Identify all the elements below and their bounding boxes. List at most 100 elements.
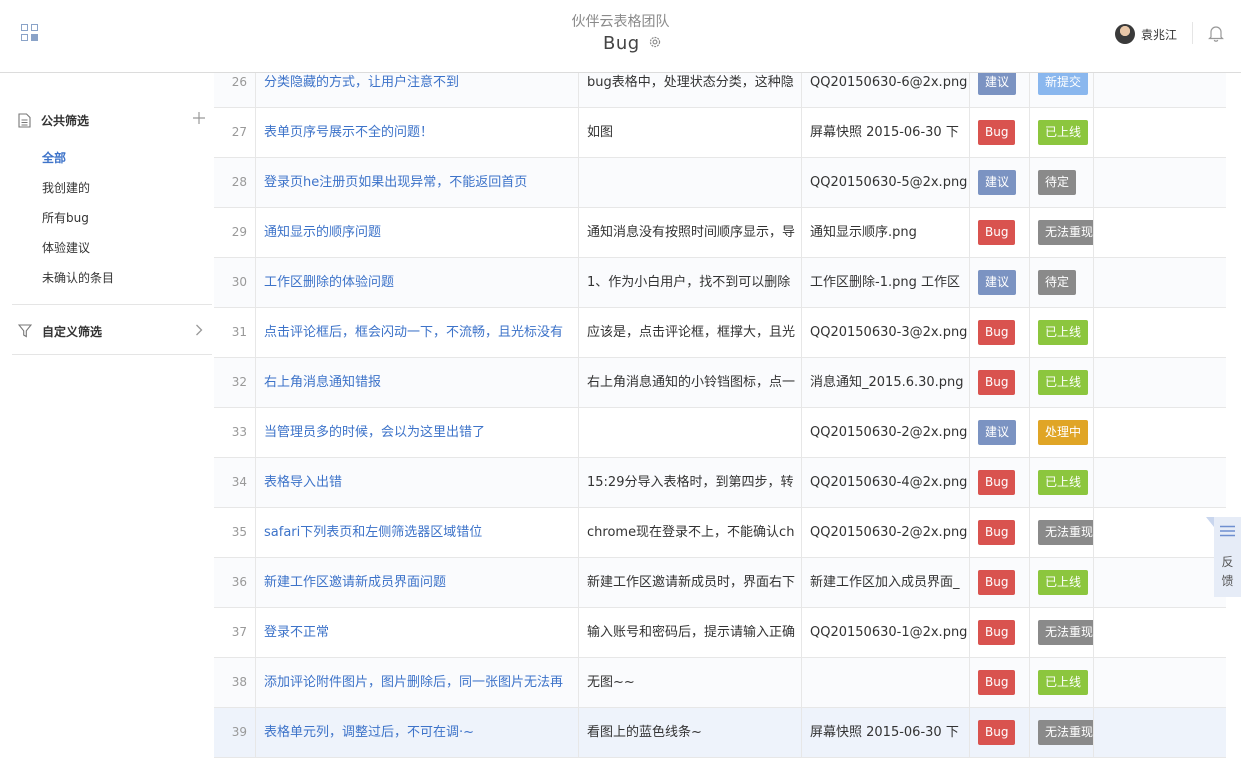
bug-title-link[interactable]: 通知显示的顺序问题 [256, 208, 579, 257]
description-cell[interactable]: chrome现在登录不上，不能确认ch [579, 508, 802, 557]
status-badge: 待定 [1038, 270, 1077, 295]
table-row[interactable]: 32 右上角消息通知错报 右上角消息通知的小铃铛图标，点一 消息通知_2015.6.3… [214, 358, 1226, 408]
table-row[interactable]: 39 表格单元列，调整过后，不可在调·~ 看图上的蓝色线条~ 屏幕快照 2015-06… [214, 708, 1226, 758]
row-number: 39 [214, 708, 256, 757]
description-cell[interactable]: 右上角消息通知的小铃铛图标，点一 [579, 358, 802, 407]
type-cell[interactable]: Bug [970, 358, 1030, 407]
bug-title-link[interactable]: 表格单元列，调整过后，不可在调·~ [256, 708, 579, 757]
bug-title-link[interactable]: 添加评论附件图片，图片删除后，同一张图片无法再 [256, 658, 579, 707]
type-cell[interactable]: 建议 [970, 258, 1030, 307]
table-row[interactable]: 34 表格导入出错 15:29分导入表格时，到第四步，转 QQ20150630-4@2… [214, 458, 1226, 508]
bug-title-link[interactable]: 新建工作区邀请新成员界面问题 [256, 558, 579, 607]
sidebar-divider [12, 304, 212, 305]
table-row[interactable]: 28 登录页he注册页如果出现异常，不能返回首页 QQ20150630-5@2x.p… [214, 158, 1226, 208]
description-cell[interactable]: 看图上的蓝色线条~ [579, 708, 802, 757]
description-cell[interactable]: 15:29分导入表格时，到第四步，转 [579, 458, 802, 507]
type-cell[interactable]: 建议 [970, 408, 1030, 457]
description-cell[interactable]: 无图~~ [579, 658, 802, 707]
attachment-cell[interactable]: 工作区删除-1.png 工作区 [802, 258, 970, 307]
attachment-cell[interactable]: QQ20150630-4@2x.png [802, 458, 970, 507]
attachment-cell[interactable]: 通知显示顺序.png [802, 208, 970, 257]
bug-title-link[interactable]: 工作区删除的体验问题 [256, 258, 579, 307]
status-cell[interactable]: 已上线 [1030, 558, 1094, 607]
description-cell[interactable]: 输入账号和密码后，提示请输入正确 [579, 608, 802, 657]
row-number: 31 [214, 308, 256, 357]
bug-title-link[interactable]: 当管理员多的时候，会以为这里出错了 [256, 408, 579, 457]
type-cell[interactable]: Bug [970, 608, 1030, 657]
feedback-button[interactable]: 反 馈 [1214, 517, 1241, 597]
user-menu[interactable]: 袁兆江 [1115, 23, 1177, 45]
bug-title-link[interactable]: 右上角消息通知错报 [256, 358, 579, 407]
attachment-cell[interactable]: QQ20150630-2@2x.png [802, 408, 970, 457]
sidebar-item-unconfirmed[interactable]: 未确认的条目 [42, 270, 114, 286]
table-row[interactable]: 36 新建工作区邀请新成员界面问题 新建工作区邀请新成员时，界面右下 新建工作区加入成… [214, 558, 1226, 608]
bell-icon[interactable] [1208, 25, 1224, 42]
status-cell[interactable]: 已上线 [1030, 358, 1094, 407]
type-cell[interactable]: Bug [970, 108, 1030, 157]
type-cell[interactable]: Bug [970, 708, 1030, 757]
attachment-cell[interactable]: QQ20150630-3@2x.png [802, 308, 970, 357]
status-cell[interactable]: 无法重现 [1030, 608, 1094, 657]
status-cell[interactable]: 已上线 [1030, 458, 1094, 507]
description-cell[interactable]: 新建工作区邀请新成员时，界面右下 [579, 558, 802, 607]
bug-title-link[interactable]: 表单页序号展示不全的问题！ [256, 108, 579, 157]
status-cell[interactable]: 已上线 [1030, 308, 1094, 357]
sidebar-item-all[interactable]: 全部 [42, 150, 66, 166]
table-row[interactable]: 29 通知显示的顺序问题 通知消息没有按照时间顺序显示，导 通知显示顺序.png Bug… [214, 208, 1226, 258]
row-number: 37 [214, 608, 256, 657]
table-row[interactable]: 30 工作区删除的体验问题 1、作为小白用户，找不到可以删除 工作区删除-1.png … [214, 258, 1226, 308]
custom-filter-header[interactable]: 自定义筛选 [18, 321, 102, 341]
status-cell[interactable]: 待定 [1030, 258, 1094, 307]
description-cell[interactable] [579, 408, 802, 457]
type-cell[interactable]: Bug [970, 458, 1030, 507]
sidebar-divider [12, 354, 212, 355]
type-cell[interactable]: Bug [970, 658, 1030, 707]
description-cell[interactable] [579, 158, 802, 207]
bug-title-link[interactable]: 点击评论框后，框会闪动一下，不流畅，且光标没有 [256, 308, 579, 357]
table-row[interactable]: 27 表单页序号展示不全的问题！ 如图 屏幕快照 2015-06-30 下 Bug 已上线 [214, 108, 1226, 158]
bug-title-link[interactable]: 登录页he注册页如果出现异常，不能返回首页 [256, 158, 579, 207]
description-cell[interactable]: 1、作为小白用户，找不到可以删除 [579, 258, 802, 307]
table-row[interactable]: 31 点击评论框后，框会闪动一下，不流畅，且光标没有 应该是，点击评论框，框撑大，且… [214, 308, 1226, 358]
sidebar-item-suggestions[interactable]: 体验建议 [42, 240, 90, 256]
public-filter-title: 公共筛选 [41, 113, 90, 128]
menu-lines-icon [1220, 525, 1235, 537]
bug-title-link[interactable]: safari下列表页和左侧筛选器区域错位 [256, 508, 579, 557]
description-cell[interactable]: 应该是，点击评论框，框撑大，且光 [579, 308, 802, 357]
sidebar-item-mine[interactable]: 我创建的 [42, 180, 90, 196]
status-cell[interactable]: 已上线 [1030, 658, 1094, 707]
attachment-cell[interactable]: 屏幕快照 2015-06-30 下 [802, 108, 970, 157]
table-row[interactable]: 38 添加评论附件图片，图片删除后，同一张图片无法再 无图~~ Bug 已上线 [214, 658, 1226, 708]
gear-icon[interactable] [648, 35, 662, 49]
table-row[interactable]: 35 safari下列表页和左侧筛选器区域错位 chrome现在登录不上，不能确认c… [214, 508, 1226, 558]
status-cell[interactable]: 无法重现 [1030, 208, 1094, 257]
table-row[interactable]: 37 登录不正常 输入账号和密码后，提示请输入正确 QQ20150630-1@2x.p… [214, 608, 1226, 658]
sidebar-item-all-bugs[interactable]: 所有bug [42, 210, 89, 226]
description-cell[interactable]: 如图 [579, 108, 802, 157]
type-cell[interactable]: Bug [970, 308, 1030, 357]
bug-title-link[interactable]: 登录不正常 [256, 608, 579, 657]
status-cell[interactable]: 已上线 [1030, 108, 1094, 157]
chevron-right-icon[interactable] [195, 324, 203, 336]
status-cell[interactable]: 无法重现 [1030, 508, 1094, 557]
attachment-cell[interactable]: QQ20150630-5@2x.png [802, 158, 970, 207]
attachment-cell[interactable] [802, 658, 970, 707]
type-cell[interactable]: 建议 [970, 158, 1030, 207]
description-cell[interactable]: 通知消息没有按照时间顺序显示，导 [579, 208, 802, 257]
attachment-cell[interactable]: 消息通知_2015.6.30.png [802, 358, 970, 407]
bug-title-link[interactable]: 表格导入出错 [256, 458, 579, 507]
add-filter-icon[interactable] [193, 112, 205, 124]
attachment-cell[interactable]: 新建工作区加入成员界面_ [802, 558, 970, 607]
status-cell[interactable]: 待定 [1030, 158, 1094, 207]
attachment-cell[interactable]: 屏幕快照 2015-06-30 下 [802, 708, 970, 757]
type-cell[interactable]: Bug [970, 558, 1030, 607]
row-number: 38 [214, 658, 256, 707]
status-cell[interactable]: 处理中 [1030, 408, 1094, 457]
type-cell[interactable]: Bug [970, 208, 1030, 257]
public-filter-header[interactable]: 公共筛选 [18, 110, 89, 130]
table-row[interactable]: 33 当管理员多的时候，会以为这里出错了 QQ20150630-2@2x.png 建议… [214, 408, 1226, 458]
attachment-cell[interactable]: QQ20150630-1@2x.png [802, 608, 970, 657]
status-cell[interactable]: 无法重现 [1030, 708, 1094, 757]
attachment-cell[interactable]: QQ20150630-2@2x.png [802, 508, 970, 557]
type-cell[interactable]: Bug [970, 508, 1030, 557]
